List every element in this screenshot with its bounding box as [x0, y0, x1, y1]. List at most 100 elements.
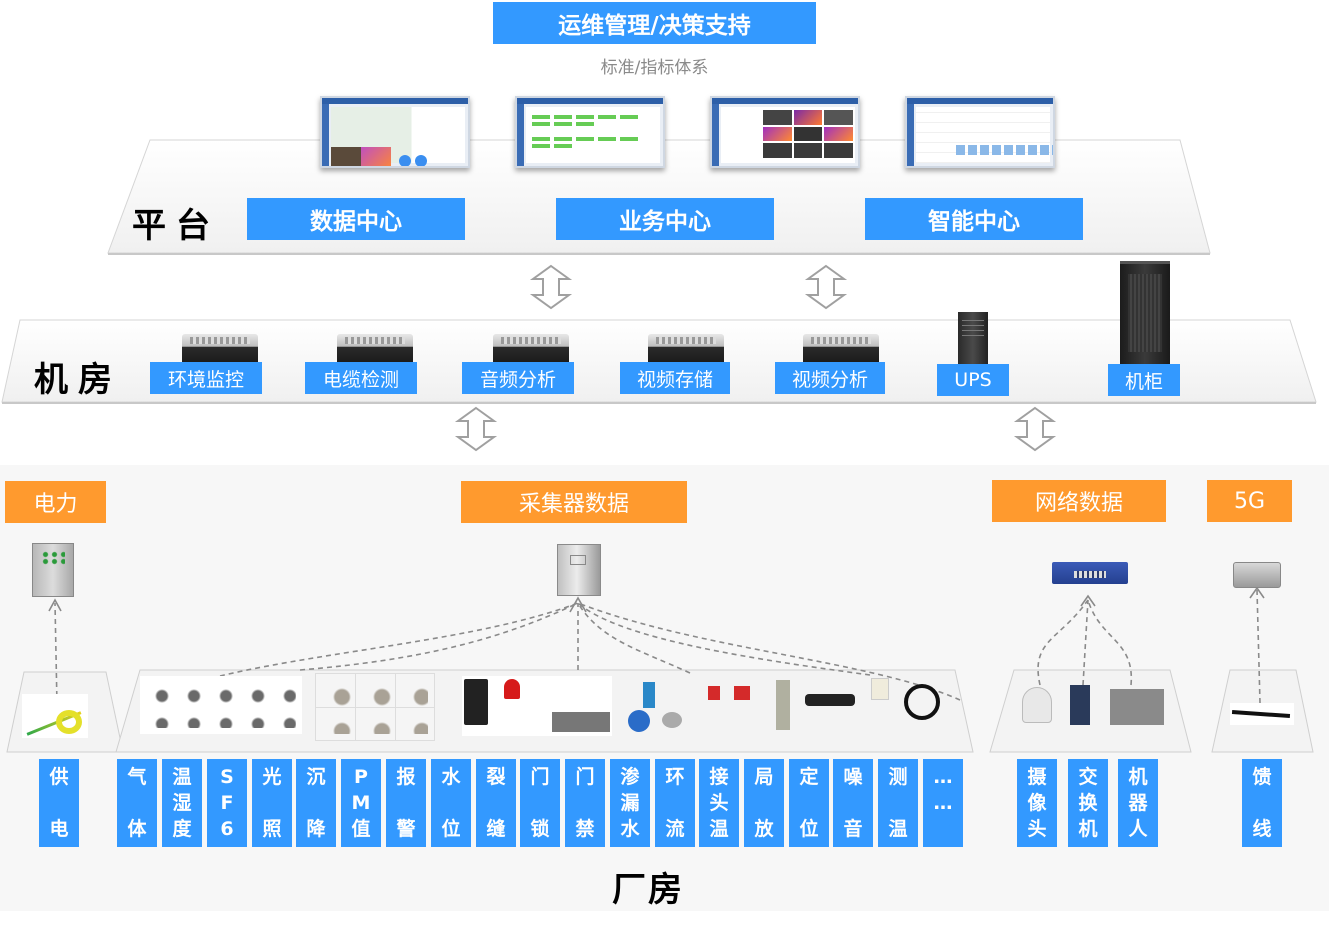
factory-item-char [56, 791, 63, 815]
factory-item-label: 裂 缝 [476, 759, 516, 847]
factory-item-char: 供 [49, 766, 69, 788]
group-title-power: 电力 [5, 481, 106, 523]
factory-item-char: 放 [754, 818, 774, 840]
factory-item-char [895, 791, 902, 815]
factory-item-char: 器 [1128, 792, 1148, 814]
factory-item-char: 温 [888, 818, 908, 840]
feeder-cable-icon [1230, 703, 1294, 725]
factory-item-char: 摄 [1027, 766, 1047, 788]
factory-item-label: 交换机 [1068, 759, 1108, 847]
factory-item-char: 馈 [1252, 766, 1272, 788]
factory-item-label: 馈 线 [1242, 759, 1282, 847]
factory-item-char [448, 791, 455, 815]
factory-item-char: 报 [396, 766, 416, 788]
factory-item-label: 沉 降 [296, 759, 336, 847]
network-device-images [1020, 685, 1168, 731]
factory-item-char: 光 [262, 766, 282, 788]
factory-item-char [269, 791, 276, 815]
factory-item-char: … [933, 792, 953, 814]
factory-item-label: SF 6 [207, 759, 247, 847]
factory-item-label: 门 锁 [520, 759, 560, 847]
5g-base-station-icon [1233, 562, 1281, 588]
factory-item-label: 环 流 [655, 759, 695, 847]
factory-item-char [493, 791, 500, 815]
factory-item-label: 温湿度 [162, 759, 202, 847]
factory-item-char: 漏 [620, 792, 640, 814]
factory-item-char: 气 [127, 766, 147, 788]
factory-item-char: 局 [754, 766, 774, 788]
factory-item-char: 锁 [530, 818, 550, 840]
factory-item-char: 警 [396, 818, 416, 840]
factory-item-char: 水 [441, 766, 461, 788]
power-cable-icon [22, 694, 88, 738]
factory-item-char: P [354, 766, 368, 788]
factory-item-char: 温 [172, 766, 192, 788]
factory-item-label: PM值 [341, 759, 381, 847]
factory-item-char: 位 [441, 818, 461, 840]
factory-item-char: 门 [530, 766, 550, 788]
factory-item-char: 位 [799, 818, 819, 840]
factory-item-label: 气 体 [117, 759, 157, 847]
factory-item-char: 头 [1027, 818, 1047, 840]
factory-item-char: 渗 [620, 766, 640, 788]
group-title-collector-data: 采集器数据 [461, 481, 687, 523]
factory-item-char [850, 791, 857, 815]
factory-item-label: 测 温 [878, 759, 918, 847]
factory-tier-label: 厂房 [612, 870, 684, 910]
factory-item-char: 换 [1078, 792, 1098, 814]
factory-item-char: 缝 [486, 818, 506, 840]
factory-item-char [1259, 791, 1266, 815]
factory-item-char: 电 [49, 818, 69, 840]
factory-item-label: 供 电 [39, 759, 79, 847]
factory-item-label: 报 警 [386, 759, 426, 847]
factory-item-char: 门 [575, 766, 595, 788]
sensor-images-group-5 [770, 676, 946, 736]
factory-item-char [537, 791, 544, 815]
factory-item-label: 光 照 [252, 759, 292, 847]
factory-item-char: 机 [1078, 818, 1098, 840]
factory-item-char: S [220, 766, 234, 788]
group-title-5g: 5G [1207, 480, 1292, 522]
factory-item-char: 定 [799, 766, 819, 788]
factory-item-char: 湿 [172, 792, 192, 814]
factory-item-char: 噪 [843, 766, 863, 788]
sensor-images-group-2 [315, 673, 435, 741]
sensor-images-group-1 [140, 676, 302, 734]
factory-item-char: 体 [127, 818, 147, 840]
factory-item-char: 机 [1128, 766, 1148, 788]
factory-item-char: 交 [1078, 766, 1098, 788]
factory-item-char: 6 [220, 818, 234, 840]
factory-item-label: 水 位 [431, 759, 471, 847]
factory-item-label: 接头温 [699, 759, 739, 847]
factory-item-char: M [351, 792, 371, 814]
factory-item-label: 定 位 [789, 759, 829, 847]
factory-item-char: 度 [172, 818, 192, 840]
factory-item-char: 测 [888, 766, 908, 788]
sensor-images-group-3 [462, 676, 612, 736]
factory-item-char [940, 817, 947, 841]
factory-item-char: 头 [709, 792, 729, 814]
factory-item-char: 禁 [575, 818, 595, 840]
factory-item-label: 门 禁 [565, 759, 605, 847]
factory-item-char: 值 [351, 818, 371, 840]
factory-item-label: 机器人 [1118, 759, 1158, 847]
factory-item-char: 水 [620, 818, 640, 840]
factory-item-char: 沉 [306, 766, 326, 788]
factory-item-char: 降 [306, 818, 326, 840]
factory-item-char: 环 [665, 766, 685, 788]
group-title-network-data: 网络数据 [992, 480, 1166, 522]
power-distribution-box-icon [32, 543, 74, 597]
factory-item-char [806, 791, 813, 815]
factory-item-label: 局 放 [744, 759, 784, 847]
factory-item-label: …… [923, 759, 963, 847]
data-collector-cabinet-icon [557, 544, 601, 596]
factory-item-char: 裂 [486, 766, 506, 788]
factory-item-char: 温 [709, 818, 729, 840]
factory-item-char: 接 [709, 766, 729, 788]
factory-item-char [313, 791, 320, 815]
factory-item-label: 噪 音 [833, 759, 873, 847]
sensor-images-group-4 [628, 682, 758, 732]
factory-item-label: 渗漏水 [610, 759, 650, 847]
factory-item-char [134, 791, 141, 815]
factory-item-char [582, 791, 589, 815]
